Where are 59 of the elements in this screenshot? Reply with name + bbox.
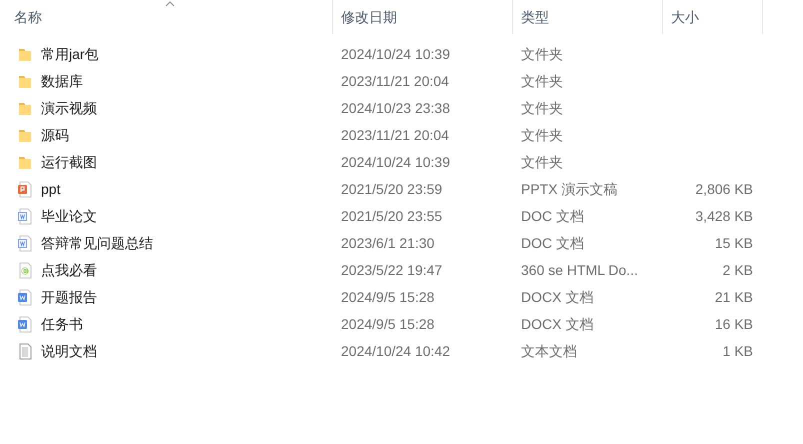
modified-date: 2021/5/20 23:59 xyxy=(341,180,442,196)
file-size: 2,806 KB xyxy=(695,180,753,196)
file-type: 文件夹 xyxy=(521,100,563,116)
file-name[interactable]: 任务书 xyxy=(41,314,83,335)
file-size: 2 KB xyxy=(722,262,753,278)
modified-date: 2023/6/1 21:30 xyxy=(341,234,434,250)
file-size: 21 KB xyxy=(714,288,753,304)
document-file-icon xyxy=(17,316,33,333)
file-type: PPTX 演示文稿 xyxy=(521,180,618,196)
modified-date: 2023/11/21 20:04 xyxy=(341,72,449,88)
file-type: 文件夹 xyxy=(521,154,563,170)
file-type: DOCX 文档 xyxy=(521,316,594,332)
file-type: DOC 文档 xyxy=(521,208,584,224)
file-type: 文件夹 xyxy=(521,46,563,62)
modified-date: 2024/10/23 23:38 xyxy=(341,100,450,116)
file-type: 文件夹 xyxy=(521,126,563,142)
file-name[interactable]: ppt xyxy=(41,179,60,200)
modified-date: 2024/9/5 15:28 xyxy=(341,316,434,332)
file-name[interactable]: 数据库 xyxy=(41,71,83,92)
file-name[interactable]: 源码 xyxy=(41,125,69,146)
document-file-icon xyxy=(17,289,33,306)
file-type: 文件夹 xyxy=(521,72,563,88)
file-name[interactable]: 说明文档 xyxy=(41,341,97,362)
folder-icon xyxy=(17,154,33,171)
file-size: 16 KB xyxy=(714,316,753,332)
file-type: 360 se HTML Do... xyxy=(521,262,638,278)
document-file-icon xyxy=(17,235,33,252)
file-name[interactable]: 点我必看 xyxy=(41,260,97,281)
document-file-icon xyxy=(17,208,33,225)
file-type: 文本文档 xyxy=(521,342,577,358)
column-header[interactable]: 名称 xyxy=(14,6,42,28)
modified-date: 2024/9/5 15:28 xyxy=(341,288,434,304)
modified-date: 2023/11/21 20:04 xyxy=(341,126,449,142)
folder-icon xyxy=(17,46,33,63)
folder-icon xyxy=(17,127,33,144)
file-name[interactable]: 运行截图 xyxy=(41,152,97,173)
text-file-icon xyxy=(17,343,33,360)
presentation-file-icon xyxy=(17,181,33,198)
modified-date: 2024/10/24 10:39 xyxy=(341,46,450,62)
column-header[interactable]: 类型 xyxy=(521,6,549,28)
modified-date: 2023/5/22 19:47 xyxy=(341,262,442,278)
file-name[interactable]: 答辩常见问题总结 xyxy=(41,233,153,254)
file-name[interactable]: 演示视频 xyxy=(41,98,97,119)
folder-icon xyxy=(17,73,33,90)
file-type: DOC 文档 xyxy=(521,234,584,250)
file-type: DOCX 文档 xyxy=(521,288,594,304)
modified-date: 2024/10/24 10:42 xyxy=(341,342,450,358)
column-header[interactable]: 大小 xyxy=(671,6,699,28)
folder-icon xyxy=(17,100,33,117)
column-header[interactable]: 修改日期 xyxy=(341,6,397,28)
file-size: 1 KB xyxy=(722,342,753,358)
file-size: 15 KB xyxy=(714,234,753,250)
file-size: 3,428 KB xyxy=(695,208,753,224)
modified-date: 2024/10/24 10:39 xyxy=(341,154,450,170)
file-name[interactable]: 常用jar包 xyxy=(41,44,99,65)
modified-date: 2021/5/20 23:55 xyxy=(341,208,442,224)
file-name[interactable]: 毕业论文 xyxy=(41,206,97,227)
file-name[interactable]: 开题报告 xyxy=(41,287,97,308)
browser-file-icon xyxy=(17,262,33,279)
